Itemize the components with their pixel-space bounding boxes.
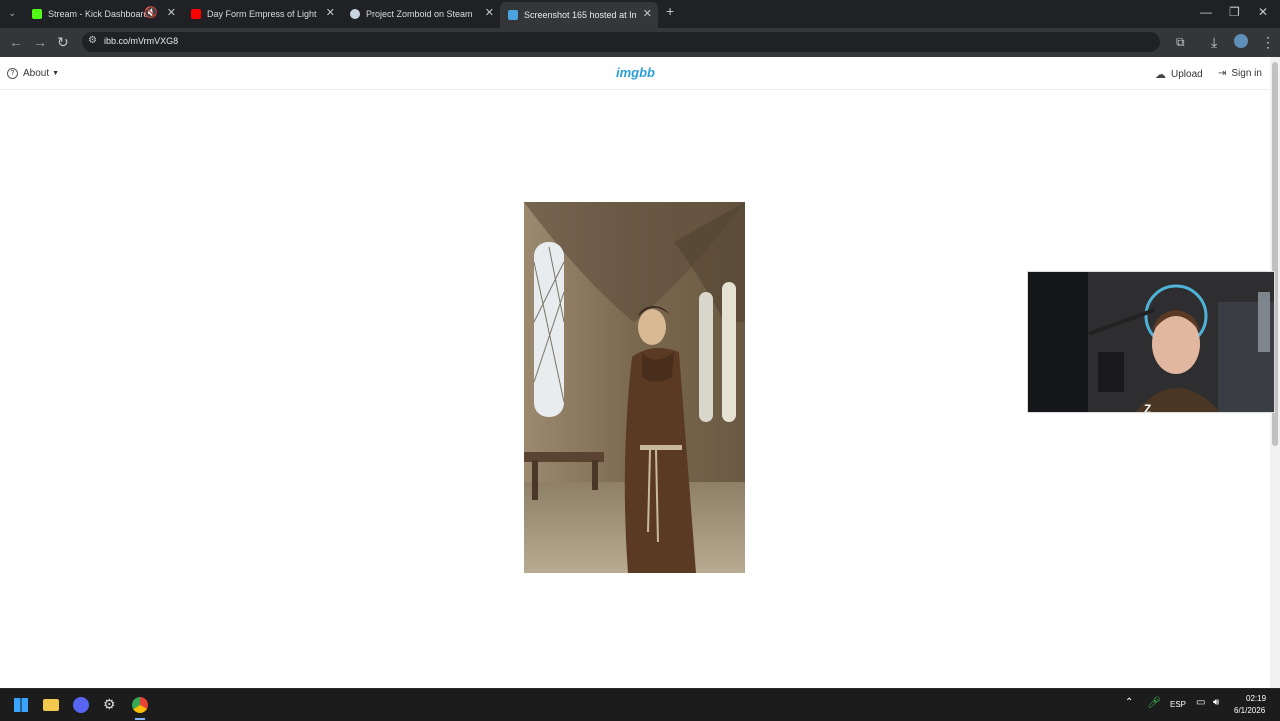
tab-title: Screenshot 165 hosted at ImgB xyxy=(524,10,636,20)
chrome-icon[interactable] xyxy=(132,697,148,713)
tab-kick-dashboard[interactable]: Stream - Kick Dashboard 🔇 ✕ xyxy=(24,4,182,24)
network-icon[interactable]: ▭ xyxy=(1196,697,1205,708)
upload-button[interactable]: ☁ Upload xyxy=(1155,68,1203,81)
about-menu[interactable]: ? About ▼ xyxy=(7,68,59,79)
hosted-image[interactable] xyxy=(524,202,745,573)
download-icon[interactable]: ⤓ xyxy=(1211,34,1217,50)
webcam-overlay: Z xyxy=(1027,271,1275,413)
file-explorer-icon[interactable] xyxy=(43,699,59,711)
address-bar[interactable]: ⚙ ibb.co/mVrmVXG8 xyxy=(82,32,1160,52)
webcam-logo-icon: Z xyxy=(1144,402,1152,413)
steam-favicon-icon xyxy=(350,9,360,19)
restore-icon[interactable]: ❐ xyxy=(1229,6,1240,18)
extensions-icon[interactable]: ⧉ xyxy=(1176,34,1185,50)
upload-label: Upload xyxy=(1171,69,1203,80)
minimize-icon[interactable]: — xyxy=(1200,6,1212,18)
signin-button[interactable]: ⇥ Sign in xyxy=(1218,68,1262,79)
discord-icon[interactable] xyxy=(73,697,89,713)
profile-avatar-icon[interactable] xyxy=(1234,34,1248,48)
tab-title: Stream - Kick Dashboard xyxy=(48,9,149,19)
close-tab-icon[interactable]: ✕ xyxy=(485,8,494,19)
tab-title: Day Form Empress of Light De xyxy=(207,9,319,19)
signin-label: Sign in xyxy=(1231,68,1262,79)
reload-icon[interactable]: ↻ xyxy=(57,34,69,50)
caret-down-icon: ▼ xyxy=(52,70,60,77)
forward-icon[interactable]: → xyxy=(33,34,47,50)
tab-youtube[interactable]: Day Form Empress of Light De ✕ xyxy=(183,4,341,24)
about-label: About xyxy=(23,68,50,79)
tab-title: Project Zomboid on Steam xyxy=(366,9,473,19)
tab-strip: ⌄ Stream - Kick Dashboard 🔇 ✕ Day Form E… xyxy=(0,0,1280,28)
signin-icon: ⇥ xyxy=(1218,68,1227,79)
new-tab-icon[interactable]: + xyxy=(666,4,674,18)
webcam-feed xyxy=(1028,272,1274,412)
monk-cloister-illustration xyxy=(524,202,745,573)
close-tab-icon[interactable]: ✕ xyxy=(167,8,176,19)
back-icon[interactable]: ← xyxy=(9,34,23,50)
url-text: ibb.co/mVrmVXG8 xyxy=(104,36,179,46)
tab-imgbb[interactable]: Screenshot 165 hosted at ImgB ✕ xyxy=(500,2,658,28)
site-info-icon[interactable]: ⚙ xyxy=(88,35,97,46)
close-tab-icon[interactable]: ✕ xyxy=(643,9,652,20)
volume-icon[interactable]: 🔊︎ xyxy=(1213,697,1219,708)
microphone-icon[interactable]: 🎤︎ xyxy=(1147,696,1161,709)
tab-search-icon[interactable]: ⌄ xyxy=(8,6,16,22)
start-icon[interactable] xyxy=(14,698,28,712)
mute-icon[interactable]: 🔇 xyxy=(144,8,158,19)
windows-taskbar: ⚙ ⌃ 🎤︎ ESP ▭ 🔊︎ 02:19 6/1/2026 xyxy=(0,688,1280,721)
menu-icon[interactable]: ⋮ xyxy=(1261,34,1275,50)
help-circle-icon: ? xyxy=(7,68,18,79)
tray-chevron-icon[interactable]: ⌃ xyxy=(1125,697,1133,708)
close-tab-icon[interactable]: ✕ xyxy=(326,8,335,19)
cloud-upload-icon: ☁ xyxy=(1155,69,1166,81)
settings-icon[interactable]: ⚙ xyxy=(103,696,116,713)
tab-steam[interactable]: Project Zomboid on Steam ✕ xyxy=(342,4,500,24)
close-window-icon[interactable]: ✕ xyxy=(1258,6,1268,18)
imgbb-favicon-icon xyxy=(508,10,518,20)
clock-time[interactable]: 02:19 xyxy=(1246,694,1266,703)
language-indicator[interactable]: ESP xyxy=(1170,700,1186,709)
imgbb-logo[interactable]: imgbb xyxy=(616,65,655,80)
clock-date[interactable]: 6/1/2026 xyxy=(1234,706,1265,715)
kick-favicon-icon xyxy=(32,9,42,19)
youtube-favicon-icon xyxy=(191,9,201,19)
